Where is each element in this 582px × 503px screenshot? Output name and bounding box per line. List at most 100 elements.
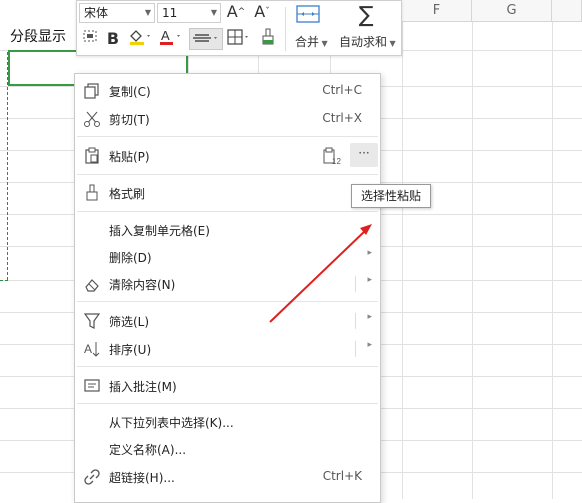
autosum-label: 自动求和	[339, 35, 388, 49]
eraser-icon	[85, 279, 99, 292]
merge-icon-button[interactable]	[293, 3, 323, 31]
link-icon	[84, 469, 100, 485]
align-button[interactable]	[189, 28, 223, 50]
menu-item-label: 删除(D)	[109, 251, 152, 265]
border-grid-icon	[227, 29, 248, 45]
column-header-g[interactable]: G	[472, 0, 552, 22]
grid-line	[552, 22, 553, 499]
chevron-right-icon: ▸	[367, 340, 372, 350]
border-button[interactable]	[225, 28, 253, 50]
scissors-icon	[84, 111, 100, 127]
brush-icon	[86, 184, 98, 201]
shrink-font-label: A	[254, 2, 266, 21]
menu-separator	[77, 366, 378, 367]
menu-item-label: 格式刷	[109, 187, 146, 201]
menu-item-label: 定义名称(A)...	[109, 443, 187, 457]
menu-item-clear-contents[interactable]: 清除内容(N) ▸	[75, 271, 380, 297]
menu-separator	[77, 301, 378, 302]
chevron-right-icon: ▸	[367, 275, 372, 285]
more-icon: ···	[358, 146, 370, 160]
submenu-divider	[355, 341, 356, 357]
menu-item-copy[interactable]: 复制(C) Ctrl+C	[75, 78, 380, 104]
menu-item-insert-comment[interactable]: 插入批注(M)	[75, 373, 380, 399]
autosum-button[interactable]: 自动求和 ▼	[339, 33, 396, 50]
align-center-icon	[193, 34, 217, 42]
menu-item-pick-from-list[interactable]: 从下拉列表中选择(K)...	[75, 409, 380, 435]
merge-label: 合并	[295, 35, 320, 49]
submenu-divider	[355, 276, 356, 292]
shrink-font-button[interactable]: Aˇ	[251, 1, 273, 23]
filter-icon	[83, 313, 101, 329]
submenu-divider	[355, 313, 356, 329]
menu-item-shortcut: Ctrl+K	[322, 469, 362, 483]
font-size-select[interactable]: 11 ▼	[157, 3, 221, 23]
font-size-value: 11	[162, 6, 178, 20]
paste-special-more-button[interactable]: ···	[350, 143, 378, 167]
menu-item-label: 剪切(T)	[109, 113, 150, 127]
menu-item-insert-copied-cells[interactable]: 插入复制单元格(E)	[75, 217, 380, 243]
paint-bucket-icon	[130, 30, 150, 45]
clipboard-icon	[85, 147, 99, 164]
copy-icon	[84, 83, 99, 99]
menu-item-label: 清除内容(N)	[109, 278, 176, 292]
menu-separator	[77, 136, 378, 137]
chevron-down-icon: ▼	[144, 8, 151, 17]
sort-icon: A	[84, 342, 100, 357]
menu-item-filter[interactable]: 筛选(L) ▸	[75, 308, 380, 334]
context-menu: 复制(C) Ctrl+C 剪切(T) Ctrl+X 粘贴(P) 12 ··· 格…	[74, 73, 381, 503]
format-painter-mini-button[interactable]	[79, 28, 101, 50]
font-name-value: 宋体	[84, 6, 109, 20]
menu-item-delete[interactable]: 删除(D) ▸	[75, 244, 380, 270]
toolbar-separator	[285, 7, 286, 51]
svg-text:A: A	[161, 28, 170, 43]
menu-item-define-name[interactable]: 定义名称(A)...	[75, 436, 380, 462]
cell-value[interactable]: 分段显示	[10, 26, 66, 46]
copy-marquee-bottom	[0, 280, 8, 281]
chevron-down-icon: ▼	[210, 8, 217, 17]
merge-button[interactable]: 合并 ▼	[295, 33, 328, 50]
chevron-down-icon: ▼	[387, 39, 396, 48]
bold-button[interactable]: B	[103, 28, 123, 50]
mini-toolbar: 宋体 ▼ 11 ▼ A^ Aˇ B A 合并 ▼ ∑ 自动求和 ▼	[76, 0, 402, 56]
menu-item-label: 超链接(H)...	[109, 471, 175, 485]
format-brush-button[interactable]	[257, 28, 279, 50]
menu-item-shortcut: Ctrl+X	[322, 111, 362, 125]
font-color-button[interactable]: A	[157, 28, 185, 50]
caret-up-icon: ^	[237, 7, 246, 17]
menu-item-cut[interactable]: 剪切(T) Ctrl+X	[75, 106, 380, 132]
menu-item-label: 复制(C)	[109, 85, 151, 99]
menu-item-format-painter[interactable]: 格式刷	[75, 180, 380, 206]
svg-text:12: 12	[332, 157, 341, 166]
font-color-icon: A	[160, 28, 180, 45]
grid-line	[472, 22, 473, 499]
menu-item-label: 筛选(L)	[109, 315, 150, 329]
paste-values-button[interactable]: 12	[322, 147, 342, 167]
chevron-right-icon: ▸	[367, 248, 372, 258]
menu-separator	[77, 211, 378, 212]
menu-separator	[77, 403, 378, 404]
copy-marquee	[7, 52, 9, 280]
chevron-down-icon: ▼	[319, 39, 328, 48]
brush-icon	[262, 28, 274, 45]
caret-down-icon: ˇ	[265, 7, 270, 17]
font-name-select[interactable]: 宋体 ▼	[79, 3, 155, 23]
fill-color-button[interactable]	[125, 28, 155, 50]
merge-cells-icon	[296, 5, 320, 23]
menu-item-label: 插入复制单元格(E)	[109, 224, 210, 238]
menu-item-hyperlink[interactable]: 超链接(H)... Ctrl+K	[75, 464, 380, 490]
format-icon	[83, 30, 97, 42]
menu-item-label: 排序(U)	[109, 343, 152, 357]
grow-font-label: A	[226, 2, 238, 21]
chevron-right-icon: ▸	[367, 312, 372, 322]
menu-item-sort[interactable]: A 排序(U) ▸	[75, 336, 380, 362]
menu-item-label: 插入批注(M)	[109, 380, 177, 394]
menu-separator	[77, 174, 378, 175]
clipboard-number-icon: 12	[323, 147, 341, 166]
column-header-f[interactable]: F	[402, 0, 472, 22]
menu-item-label: 粘贴(P)	[109, 150, 150, 164]
menu-item-shortcut: Ctrl+C	[322, 83, 362, 97]
paste-special-tooltip: 选择性粘贴	[351, 184, 431, 208]
sigma-icon[interactable]: ∑	[353, 3, 379, 31]
column-header-next[interactable]	[552, 0, 582, 22]
grow-font-button[interactable]: A^	[225, 1, 247, 23]
